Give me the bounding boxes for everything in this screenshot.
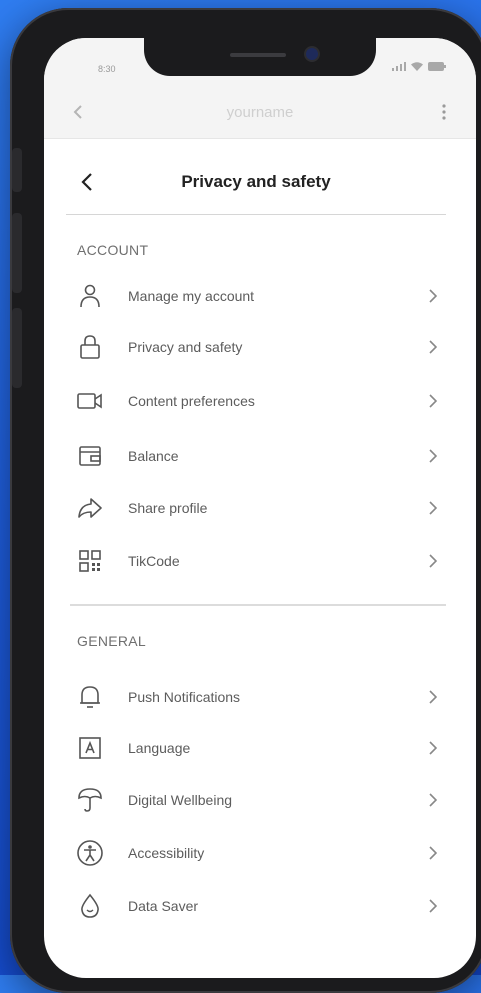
umbrella-icon — [74, 784, 106, 816]
chevron-right-icon — [426, 690, 440, 704]
wallet-icon — [74, 440, 106, 472]
menu-item-label: Content preferences — [128, 393, 255, 409]
battery-icon — [428, 62, 446, 71]
front-camera — [306, 48, 318, 60]
menu-item-push-notifications[interactable]: Push Notifications — [74, 677, 440, 717]
menu-item-digital-wellbeing[interactable]: Digital Wellbeing — [74, 780, 440, 820]
status-icons — [392, 62, 446, 71]
username-title: yourname — [226, 104, 294, 121]
menu-item-language[interactable]: Language — [74, 728, 440, 768]
accessibility-icon — [74, 837, 106, 869]
menu-item-label: Digital Wellbeing — [128, 792, 233, 808]
chevron-right-icon — [426, 741, 440, 755]
volume-up-button — [12, 213, 22, 293]
section-divider — [70, 604, 446, 606]
language-icon — [74, 732, 106, 764]
profile-top-bar: yourname — [44, 88, 476, 139]
chevron-right-icon — [426, 501, 440, 515]
menu-item-label: Data Saver — [128, 898, 199, 914]
chevron-right-icon — [426, 449, 440, 463]
volume-down-button — [12, 308, 22, 388]
chevron-right-icon — [426, 394, 440, 408]
chevron-right-icon — [426, 899, 440, 913]
status-time: 8:30 — [98, 64, 116, 74]
more-options-icon[interactable] — [442, 104, 446, 120]
share-arrow-icon — [74, 492, 106, 524]
menu-item-manage-account[interactable]: Manage my account — [74, 276, 440, 316]
section-title-account: ACCOUNT — [77, 242, 149, 258]
speaker-grille — [230, 53, 286, 57]
menu-item-accessibility[interactable]: Accessibility — [74, 833, 440, 873]
menu-item-data-saver[interactable]: Data Saver — [74, 886, 440, 926]
menu-item-label: Language — [128, 740, 191, 756]
menu-item-balance[interactable]: Balance — [74, 436, 440, 476]
person-icon — [74, 280, 106, 312]
menu-item-label: Push Notifications — [128, 689, 241, 705]
section-title-general: GENERAL — [77, 633, 147, 649]
signal-icon — [392, 62, 406, 71]
lock-icon — [74, 331, 106, 363]
wifi-icon — [411, 62, 423, 71]
qr-code-icon — [74, 545, 106, 577]
chevron-right-icon — [426, 340, 440, 354]
notch — [144, 38, 376, 76]
menu-item-privacy-safety[interactable]: Privacy and safety — [74, 327, 440, 367]
page-title: Privacy and safety — [181, 172, 331, 191]
menu-item-label: TikCode — [128, 553, 180, 569]
menu-item-share-profile[interactable]: Share profile — [74, 488, 440, 528]
menu-item-label: Manage my account — [128, 288, 255, 304]
chevron-right-icon — [426, 289, 440, 303]
settings-header: Privacy and safety — [66, 138, 446, 215]
silent-switch — [12, 148, 22, 192]
phone-screen: 8:30 yourname Privacy and safety ACCOUNT… — [44, 38, 476, 978]
chevron-right-icon — [426, 793, 440, 807]
menu-item-label: Accessibility — [128, 845, 205, 861]
chevron-right-icon — [426, 846, 440, 860]
video-camera-icon — [74, 385, 106, 417]
menu-item-label: Balance — [128, 448, 179, 464]
menu-item-label: Privacy and safety — [128, 339, 243, 355]
chevron-right-icon — [426, 554, 440, 568]
menu-item-label: Share profile — [128, 500, 208, 516]
phone-frame: 8:30 yourname Privacy and safety ACCOUNT… — [10, 8, 481, 993]
menu-item-tikcode[interactable]: TikCode — [74, 541, 440, 581]
droplet-icon — [74, 890, 106, 922]
bell-icon — [74, 681, 106, 713]
menu-item-content-preferences[interactable]: Content preferences — [74, 381, 440, 421]
